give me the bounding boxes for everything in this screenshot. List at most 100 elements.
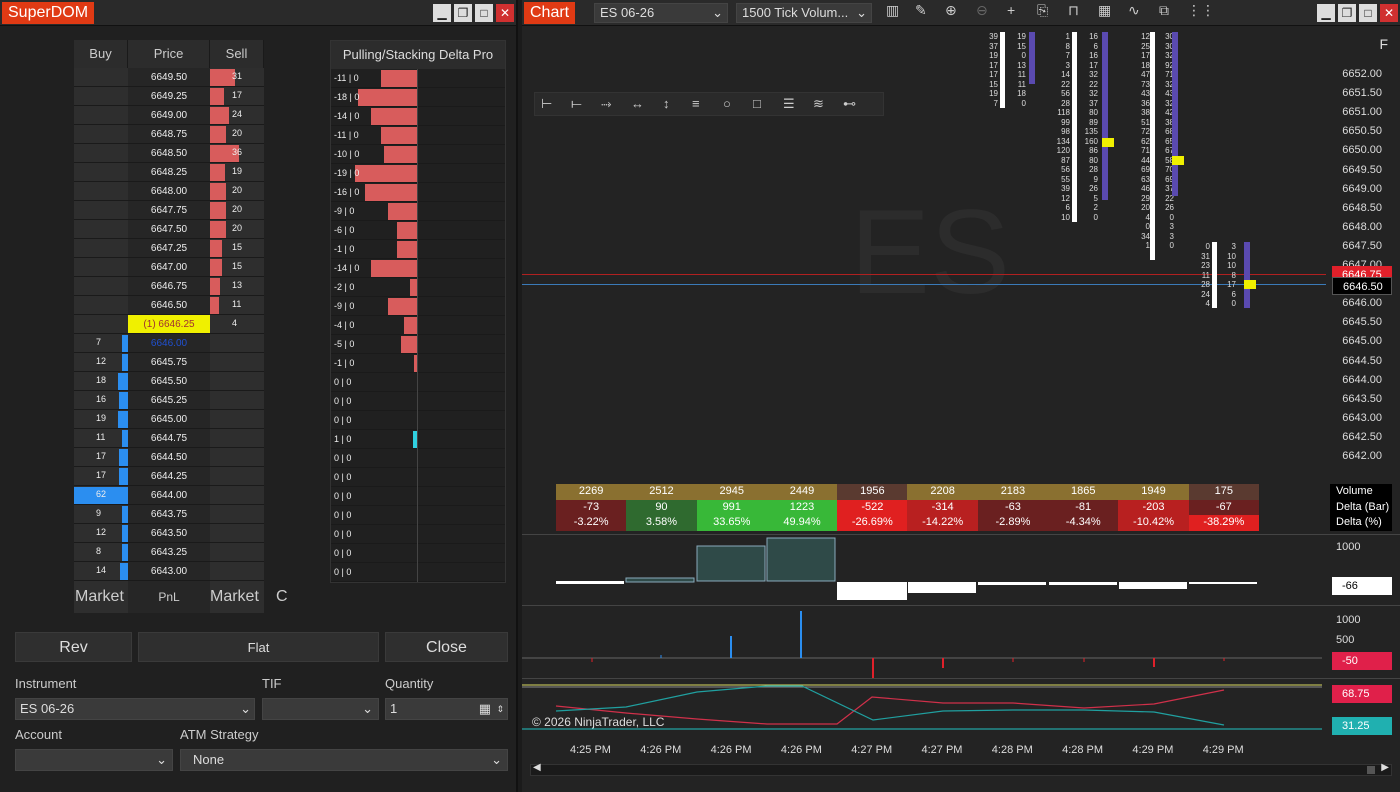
sell-cell[interactable]: 4 [210, 315, 264, 333]
sell-cell[interactable] [210, 429, 264, 447]
ladder-row[interactable]: 19 6645.00 [74, 410, 264, 429]
buy-cell[interactable] [74, 125, 128, 143]
ladder-row[interactable]: (1) 6646.25 4 [74, 315, 264, 334]
ladder-row[interactable]: 17 6644.50 [74, 448, 264, 467]
sell-cell[interactable]: 31 [210, 68, 264, 86]
atm-select[interactable]: None ⌄ [180, 749, 508, 771]
price-cell[interactable]: 6645.75 [128, 353, 210, 371]
scroll-thumb[interactable] [1367, 766, 1375, 774]
price-cell[interactable]: 6648.75 [128, 125, 210, 143]
scroll-right-icon[interactable]: ▶ [1381, 762, 1389, 773]
buy-cell[interactable] [74, 182, 128, 200]
rev-button[interactable]: Rev [15, 632, 132, 662]
price-cell[interactable]: 6647.25 [128, 239, 210, 257]
price-cell[interactable]: 6648.00 [128, 182, 210, 200]
ladder-row[interactable]: 6649.00 24 [74, 106, 264, 125]
buy-cell[interactable] [74, 144, 128, 162]
horizontal-lines-icon[interactable]: ≡ [692, 96, 700, 111]
maximize-button[interactable]: □ [1359, 4, 1377, 22]
buy-cell[interactable] [74, 239, 128, 257]
price-cell[interactable]: 6643.00 [128, 562, 210, 580]
slider-icon[interactable]: ⊷ [843, 96, 856, 112]
properties-icon[interactable]: ▦ [1098, 2, 1111, 19]
zoom-in-icon[interactable]: ⊕ [945, 2, 957, 19]
buy-cell[interactable] [74, 220, 128, 238]
price-cell[interactable]: 6644.75 [128, 429, 210, 447]
sell-cell[interactable]: 24 [210, 106, 264, 124]
pitchfork-icon[interactable]: ≋ [813, 96, 824, 112]
templates-icon[interactable]: ⊓ [1068, 2, 1079, 19]
market-sell-button[interactable]: Market [210, 588, 259, 606]
extended-line-icon[interactable]: ↔ [631, 96, 644, 111]
bars-icon[interactable]: ▥ [886, 2, 899, 19]
instrument-selector[interactable]: ES 06-26 ⌄ [594, 3, 728, 23]
restore-button[interactable]: ❐ [1338, 4, 1356, 22]
price-cell[interactable]: 6648.25 [128, 163, 210, 181]
fibonacci-icon[interactable]: ☰ [783, 96, 795, 112]
pencil-icon[interactable]: ✎ [915, 2, 927, 19]
buy-cell[interactable] [74, 258, 128, 276]
price-cell[interactable]: 6649.25 [128, 87, 210, 105]
oscillator-pane[interactable]: © 2026 NinjaTrader, LLC 68.75 31.25 [522, 678, 1400, 735]
buy-cell[interactable] [74, 163, 128, 181]
ladder-row[interactable]: 6648.25 19 [74, 163, 264, 182]
sell-cell[interactable] [210, 524, 264, 542]
price-cell[interactable]: 6645.50 [128, 372, 210, 390]
sell-cell[interactable] [210, 372, 264, 390]
price-cell[interactable]: (1) 6646.25 [128, 315, 210, 333]
sell-cell[interactable] [210, 562, 264, 580]
ladder-row[interactable]: 17 6644.25 [74, 467, 264, 486]
buy-cell[interactable]: 18 [74, 372, 128, 390]
buy-cell[interactable]: 16 [74, 391, 128, 409]
minimize-button[interactable]: ▁ [1317, 4, 1335, 22]
ladder-row[interactable]: 6646.50 11 [74, 296, 264, 315]
buy-cell[interactable]: 11 [74, 429, 128, 447]
ladder-row[interactable]: 8 6643.25 [74, 543, 264, 562]
ladder-row[interactable]: 18 6645.50 [74, 372, 264, 391]
price-pane[interactable]: ES ⊢ ⟝ ⤑ ↔ ↕ ≡ ○ □ ☰ ≋ ⊷ F 39 37 19 17 17 15 1… [522, 28, 1400, 482]
ladder-row[interactable]: 62 6644.00 [74, 486, 264, 505]
tif-select[interactable]: ⌄ [262, 698, 379, 720]
minimize-button[interactable]: ▁ [433, 4, 451, 22]
ladder-row[interactable]: 6648.50 36 [74, 144, 264, 163]
price-cell[interactable]: 6643.50 [128, 524, 210, 542]
superdom-title[interactable]: SuperDOM [2, 2, 95, 24]
account-select[interactable]: ⌄ [15, 749, 173, 771]
buy-cell[interactable]: 17 [74, 448, 128, 466]
ladder-row[interactable]: 6646.75 13 [74, 277, 264, 296]
strategies-icon[interactable]: ⧉ [1159, 2, 1169, 19]
sell-cell[interactable]: 17 [210, 87, 264, 105]
ladder-row[interactable]: 6647.25 15 [74, 239, 264, 258]
chart-title[interactable]: Chart [524, 2, 576, 24]
close-position-button[interactable]: Close [385, 632, 508, 662]
rectangle-icon[interactable]: □ [753, 96, 761, 111]
sell-cell[interactable]: 15 [210, 258, 264, 276]
close-window-button[interactable]: ✕ [1380, 4, 1398, 22]
ladder-row[interactable]: 16 6645.25 [74, 391, 264, 410]
buy-cell[interactable]: 9 [74, 505, 128, 523]
sell-cell[interactable] [210, 543, 264, 561]
buy-cell[interactable]: 17 [74, 467, 128, 485]
market-buy-button[interactable]: Market [75, 588, 124, 606]
price-cell[interactable]: 6647.75 [128, 201, 210, 219]
buy-cell[interactable]: 8 [74, 543, 128, 561]
delta-pane[interactable]: 1000 -66 [522, 534, 1400, 604]
restore-button[interactable]: ❐ [454, 4, 472, 22]
price-cell[interactable]: 6645.00 [128, 410, 210, 428]
stepper-icon[interactable]: ⇕ [496, 699, 504, 719]
sell-cell[interactable] [210, 448, 264, 466]
price-cell[interactable]: 6649.00 [128, 106, 210, 124]
buy-cell[interactable] [74, 315, 128, 333]
flat-button[interactable]: Flat [138, 632, 379, 662]
ladder-row[interactable]: 6649.25 17 [74, 87, 264, 106]
zoom-out-icon[interactable]: ⊖ [976, 2, 988, 19]
sell-cell[interactable]: 20 [210, 201, 264, 219]
buy-cell[interactable] [74, 68, 128, 86]
price-cell[interactable]: 6646.75 [128, 277, 210, 295]
instrument-select[interactable]: ES 06-26 ⌄ [15, 698, 255, 720]
buy-cell[interactable]: 12 [74, 353, 128, 371]
price-cell[interactable]: 6644.00 [128, 486, 210, 504]
bartype-selector[interactable]: 1500 Tick Volum... ⌄ [736, 3, 872, 23]
line-icon[interactable]: ⟝ [571, 96, 582, 112]
ladder-row[interactable]: 7 6646.00 [74, 334, 264, 353]
